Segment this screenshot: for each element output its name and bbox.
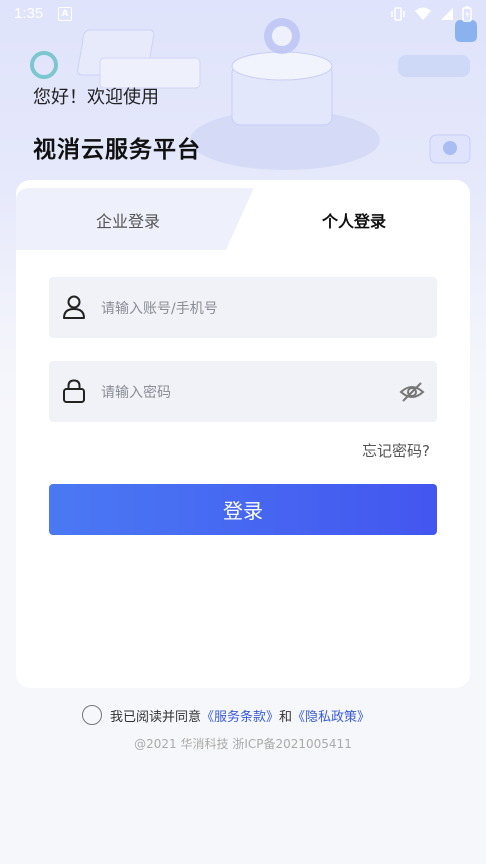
system-icons bbox=[390, 6, 472, 22]
terms-link[interactable]: 《服务条款》 bbox=[201, 706, 279, 725]
agreement-radio[interactable] bbox=[82, 705, 102, 725]
status-bar: 1:35 A bbox=[0, 0, 486, 28]
tab-personal[interactable]: 个人登录 bbox=[246, 180, 470, 244]
platform-title: 视消云服务平台 bbox=[33, 137, 201, 163]
account-field[interactable]: 请输入账号/手机号 bbox=[49, 277, 437, 338]
greeting-text: 您好！欢迎使用 bbox=[33, 87, 159, 108]
wifi-icon bbox=[415, 7, 431, 20]
user-icon bbox=[63, 295, 85, 319]
status-time: 1:35 bbox=[14, 5, 44, 22]
vibrate-icon bbox=[391, 7, 405, 21]
agreement-prefix: 我已阅读并同意 bbox=[110, 709, 202, 725]
forgot-password-link[interactable]: 忘记密码? bbox=[362, 440, 430, 461]
battery-icon bbox=[462, 6, 472, 22]
agreement-row: 我已阅读并同意 《服务条款》 和 《隐私政策》 bbox=[82, 704, 370, 726]
tab-enterprise[interactable]: 企业登录 bbox=[16, 188, 241, 244]
account-input-placeholder: 请输入账号/手机号 bbox=[101, 301, 218, 317]
agreement-conjunction: 和 bbox=[279, 709, 293, 725]
privacy-link[interactable]: 《隐私政策》 bbox=[292, 706, 370, 725]
lock-icon bbox=[63, 379, 85, 403]
tab-enterprise-label: 企业登录 bbox=[96, 212, 161, 231]
signal-icon bbox=[441, 8, 453, 20]
password-input-placeholder: 请输入密码 bbox=[101, 385, 171, 401]
login-card: 企业登录 个人登录 请输入账号/手机号 请输入密码 忘记密码? 登录 bbox=[16, 180, 470, 688]
password-field[interactable]: 请输入密码 bbox=[49, 361, 437, 422]
login-button[interactable]: 登录 bbox=[49, 484, 437, 535]
icp-footer: @2021 华消科技 浙ICP备2021005411 bbox=[134, 737, 352, 751]
tab-personal-label: 个人登录 bbox=[322, 212, 387, 231]
notification-a-icon: A bbox=[58, 7, 72, 21]
eye-off-icon[interactable] bbox=[399, 379, 425, 405]
